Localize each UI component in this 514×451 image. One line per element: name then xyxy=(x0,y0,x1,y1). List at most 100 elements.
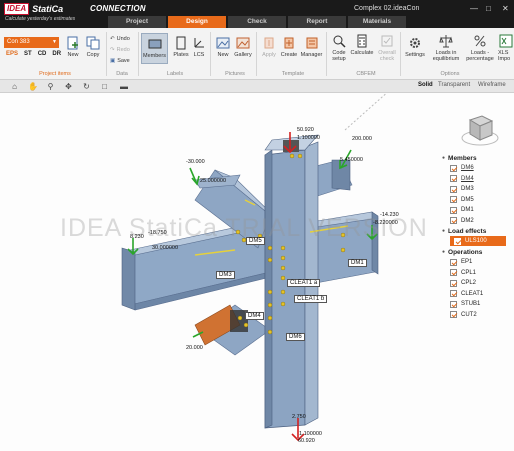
pan-icon[interactable]: ✋ xyxy=(28,82,38,91)
template-manager-button[interactable]: Manager xyxy=(299,36,324,58)
tab-report[interactable]: Report xyxy=(288,16,346,28)
checkbox[interactable] xyxy=(450,279,457,287)
pictures-new-button[interactable]: New xyxy=(212,36,234,58)
copy-item-button[interactable]: Copy xyxy=(82,36,104,58)
template-manager-label: Manager xyxy=(300,52,323,58)
close-icon[interactable]: ✕ xyxy=(502,4,509,13)
member-item-label: DM6 xyxy=(461,165,474,172)
member-item-dm4[interactable]: DM4 xyxy=(442,174,514,185)
redo-label: Redo xyxy=(116,47,130,53)
xls-import-button[interactable]: XLS Impo xyxy=(498,34,514,62)
model-3d-drawing[interactable] xyxy=(0,93,514,451)
checkbox[interactable] xyxy=(450,185,457,193)
member-item-dm6[interactable]: DM6 xyxy=(442,163,514,174)
menu-tabs: Project Design Check Report Materials xyxy=(108,16,408,28)
operations-section-title[interactable]: ● Operations xyxy=(442,247,514,257)
home-icon[interactable]: ⌂ xyxy=(10,82,19,91)
checkbox[interactable] xyxy=(450,217,457,225)
redo-icon: ↷ xyxy=(110,47,115,53)
operation-item-label: EP1 xyxy=(461,259,473,266)
cleat-label-a[interactable]: CLEAT1 a xyxy=(287,279,321,287)
checkbox[interactable] xyxy=(450,164,457,172)
connection-selector[interactable]: Con 383 ▼ xyxy=(4,37,59,48)
zoom-icon[interactable]: ⚲ xyxy=(46,82,55,91)
redo-button[interactable]: ↷ Redo xyxy=(110,47,130,53)
checkbox[interactable] xyxy=(450,258,457,266)
nav-eps[interactable]: EPS xyxy=(6,51,18,57)
new-item-label: New xyxy=(67,52,79,58)
template-create-button[interactable]: Create xyxy=(278,36,300,58)
template-apply-label: Apply xyxy=(262,52,276,58)
pictures-gallery-label: Gallery xyxy=(234,52,252,58)
member-item-dm5[interactable]: DM5 xyxy=(442,195,514,206)
save-button[interactable]: ▣ Save xyxy=(110,58,130,64)
checkbox[interactable] xyxy=(450,175,457,183)
view-cube-icon[interactable] xyxy=(460,108,500,148)
operation-item-stub1[interactable]: STUB1 xyxy=(442,299,514,310)
operation-item-cut2[interactable]: CUT2 xyxy=(442,310,514,321)
fit-icon[interactable]: □ xyxy=(100,82,109,91)
camera-icon[interactable]: ▬ xyxy=(118,82,130,91)
member-item-dm2[interactable]: DM2 xyxy=(442,216,514,227)
load-effects-section-title[interactable]: ● Load effects xyxy=(442,226,514,236)
loads-percentage-button[interactable]: Loads - percentage xyxy=(465,34,495,62)
code-setup-button[interactable]: Code setup xyxy=(328,34,350,62)
operation-item-cleat1[interactable]: CLEAT1 xyxy=(442,289,514,300)
rotate-icon[interactable]: ↻ xyxy=(82,82,91,91)
tab-check[interactable]: Check xyxy=(228,16,286,28)
load-item-active[interactable]: ULS100 xyxy=(450,236,506,246)
loads-in-equilibrium-button[interactable]: Loads in equilibrium xyxy=(430,34,462,62)
checkbox[interactable] xyxy=(450,269,457,277)
member-label-dm1[interactable]: DM1 xyxy=(348,259,367,267)
move-icon[interactable]: ✥ xyxy=(64,82,73,91)
tab-project[interactable]: Project xyxy=(108,16,166,28)
checkbox[interactable] xyxy=(450,311,457,319)
view-transparent[interactable]: Transparent xyxy=(438,82,470,88)
overall-check-button[interactable]: Overall check xyxy=(376,34,398,62)
group-label-options: Options xyxy=(440,71,460,77)
member-label-dm3[interactable]: DM3 xyxy=(216,271,235,279)
model-viewport[interactable]: IDEA StatiCa TRIAL VERSION DM5 DM3 DM1 D… xyxy=(0,93,514,451)
checkbox[interactable] xyxy=(450,290,457,298)
load-value: 60.920 xyxy=(298,438,315,444)
member-item-label: DM1 xyxy=(461,207,474,214)
pictures-gallery-button[interactable]: Gallery xyxy=(232,36,254,58)
member-item-dm1[interactable]: DM1 xyxy=(442,205,514,216)
maximize-icon[interactable]: □ xyxy=(486,4,491,13)
labels-members-label: Members xyxy=(143,53,166,59)
operation-item-cpl1[interactable]: CPL1 xyxy=(442,268,514,279)
checkbox[interactable] xyxy=(454,237,461,245)
nav-cd[interactable]: CD xyxy=(38,51,47,57)
template-apply-button[interactable]: Apply xyxy=(258,36,280,58)
checkbox[interactable] xyxy=(450,300,457,308)
new-item-button[interactable]: New xyxy=(62,36,84,58)
undo-button[interactable]: ↶ Undo xyxy=(110,36,130,42)
load-value: -8.220000 xyxy=(373,220,398,226)
operation-item-cpl2[interactable]: CPL2 xyxy=(442,278,514,289)
view-solid[interactable]: Solid xyxy=(418,82,433,88)
member-label-dm6[interactable]: DM6 xyxy=(286,333,305,341)
member-label-dm5[interactable]: DM5 xyxy=(246,237,265,245)
connection-name: Con 383 xyxy=(7,39,30,45)
nav-st[interactable]: ST xyxy=(24,51,32,57)
ribbon-separator xyxy=(400,32,401,76)
load-value: -30.000 xyxy=(186,159,205,165)
member-label-dm4[interactable]: DM4 xyxy=(245,312,264,320)
checkbox[interactable] xyxy=(450,196,457,204)
view-wireframe[interactable]: Wireframe xyxy=(478,82,506,88)
cleat-label-b[interactable]: CLEAT1 b xyxy=(294,295,328,303)
labels-lcs-button[interactable]: LCS xyxy=(188,36,210,58)
tab-design[interactable]: Design xyxy=(168,16,226,28)
logo-statica: StatiCa xyxy=(32,3,64,14)
members-section-title[interactable]: ● Members xyxy=(442,153,514,163)
minimize-icon[interactable]: — xyxy=(470,4,478,13)
tab-materials[interactable]: Materials xyxy=(348,16,406,28)
checkbox[interactable] xyxy=(450,206,457,214)
calculate-button[interactable]: Calculate xyxy=(349,34,375,56)
labels-lcs-label: LCS xyxy=(193,52,205,58)
operation-item-ep1[interactable]: EP1 xyxy=(442,257,514,268)
member-item-dm3[interactable]: DM3 xyxy=(442,184,514,195)
nav-dr[interactable]: DR xyxy=(52,51,61,57)
settings-button[interactable]: Settings xyxy=(403,36,427,58)
labels-members-button[interactable]: Members xyxy=(141,33,168,64)
